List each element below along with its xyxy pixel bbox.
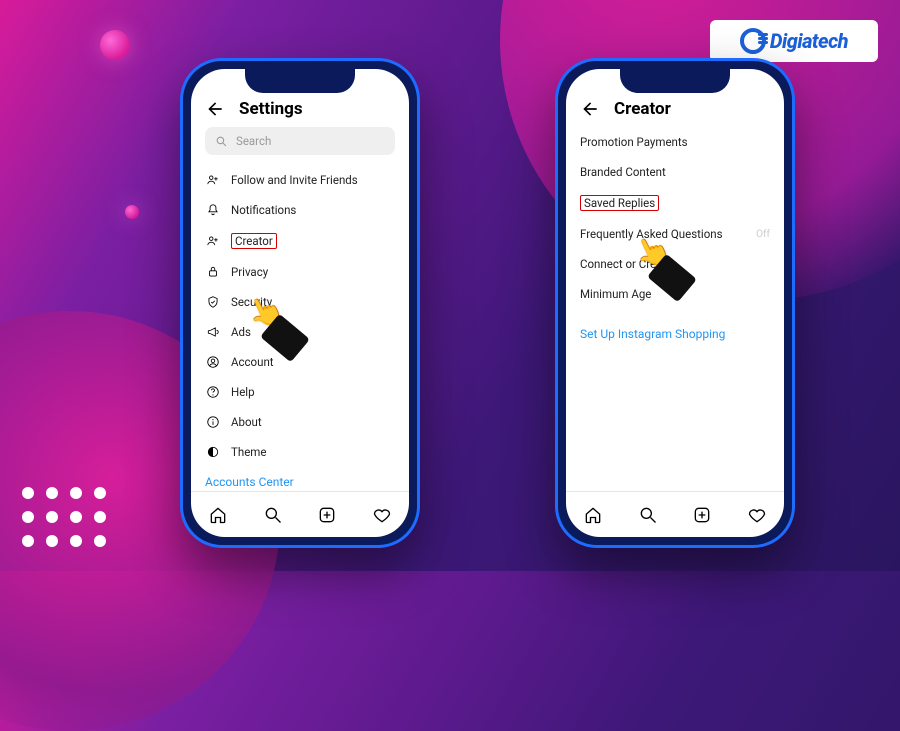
settings-content: Search Follow and Invite Friends Notific…	[191, 127, 409, 491]
bottom-nav	[191, 491, 409, 537]
nav-home-icon[interactable]	[583, 505, 603, 525]
account-icon	[205, 355, 221, 369]
settings-item-about[interactable]: About	[205, 407, 395, 437]
phone-notch	[245, 69, 355, 93]
nav-add-icon[interactable]	[317, 505, 337, 525]
creator-item-faq[interactable]: Frequently Asked Questions Off	[580, 219, 770, 249]
orb-deco	[100, 30, 130, 60]
creator-item-saved-replies[interactable]: Saved Replies	[580, 187, 770, 219]
faq-status: Off	[756, 229, 770, 240]
list-item-label: Minimum Age	[580, 287, 651, 301]
page-title: Creator	[614, 99, 671, 119]
phone-mockup-settings: Settings Search Follow and Invite Friend…	[180, 58, 420, 548]
creator-item-connect[interactable]: Connect or Create	[580, 249, 770, 279]
creator-item-promotion[interactable]: Promotion Payments	[580, 127, 770, 157]
phone-screen: Settings Search Follow and Invite Friend…	[191, 69, 409, 537]
person-plus-icon	[205, 234, 221, 248]
phone-mockup-creator: Creator Promotion Payments Branded Conte…	[555, 58, 795, 548]
search-icon	[215, 135, 228, 148]
creator-item-branded[interactable]: Branded Content	[580, 157, 770, 187]
back-icon[interactable]	[205, 99, 225, 119]
search-placeholder: Search	[236, 134, 271, 148]
search-input[interactable]: Search	[205, 127, 395, 155]
list-item-label: Connect or Create	[580, 257, 672, 271]
nav-home-icon[interactable]	[208, 505, 228, 525]
settings-item-security[interactable]: Security	[205, 287, 395, 317]
megaphone-icon	[205, 325, 221, 339]
list-item-label: Branded Content	[580, 165, 666, 179]
settings-item-label: Help	[231, 385, 255, 399]
settings-item-label: Security	[231, 295, 272, 309]
nav-search-icon[interactable]	[263, 505, 283, 525]
list-item-label: Frequently Asked Questions	[580, 227, 723, 241]
settings-item-label: Privacy	[231, 265, 268, 279]
phone-notch	[620, 69, 730, 93]
creator-item-min-age[interactable]: Minimum Age	[580, 279, 770, 309]
list-item-label-highlighted: Saved Replies	[580, 195, 659, 211]
bell-icon	[205, 203, 221, 217]
nav-search-icon[interactable]	[638, 505, 658, 525]
shield-icon	[205, 295, 221, 309]
creator-content: Promotion Payments Branded Content Saved…	[566, 127, 784, 491]
info-icon	[205, 415, 221, 429]
back-icon[interactable]	[580, 99, 600, 119]
settings-item-account[interactable]: Account	[205, 347, 395, 377]
settings-item-help[interactable]: Help	[205, 377, 395, 407]
settings-item-label: Notifications	[231, 203, 296, 217]
phone-screen: Creator Promotion Payments Branded Conte…	[566, 69, 784, 537]
setup-shopping-link[interactable]: Set Up Instagram Shopping	[580, 319, 770, 349]
settings-item-label: Follow and Invite Friends	[231, 173, 358, 187]
help-icon	[205, 385, 221, 399]
nav-activity-icon[interactable]	[747, 505, 767, 525]
settings-item-notifications[interactable]: Notifications	[205, 195, 395, 225]
nav-add-icon[interactable]	[692, 505, 712, 525]
settings-item-label: Theme	[231, 445, 266, 459]
settings-item-creator[interactable]: Creator	[205, 225, 395, 257]
brand-logo-mark	[740, 28, 766, 54]
orb-deco	[125, 205, 139, 219]
theme-icon	[205, 445, 221, 459]
brand-name: Digiatech	[770, 29, 848, 53]
bottom-nav	[566, 491, 784, 537]
settings-item-follow[interactable]: Follow and Invite Friends	[205, 165, 395, 195]
dot-grid-deco	[22, 487, 108, 549]
settings-item-label-highlighted: Creator	[231, 233, 277, 249]
settings-item-label: Account	[231, 355, 274, 369]
settings-item-ads[interactable]: Ads	[205, 317, 395, 347]
nav-activity-icon[interactable]	[372, 505, 392, 525]
settings-item-label: Ads	[231, 325, 251, 339]
brand-logo: Digiatech	[710, 20, 878, 62]
accounts-center-link[interactable]: Accounts Center	[205, 467, 395, 491]
lock-icon	[205, 265, 221, 279]
settings-item-theme[interactable]: Theme	[205, 437, 395, 467]
page-title: Settings	[239, 99, 303, 119]
settings-item-label: About	[231, 415, 262, 429]
list-item-label: Promotion Payments	[580, 135, 688, 149]
settings-item-privacy[interactable]: Privacy	[205, 257, 395, 287]
person-plus-icon	[205, 173, 221, 187]
